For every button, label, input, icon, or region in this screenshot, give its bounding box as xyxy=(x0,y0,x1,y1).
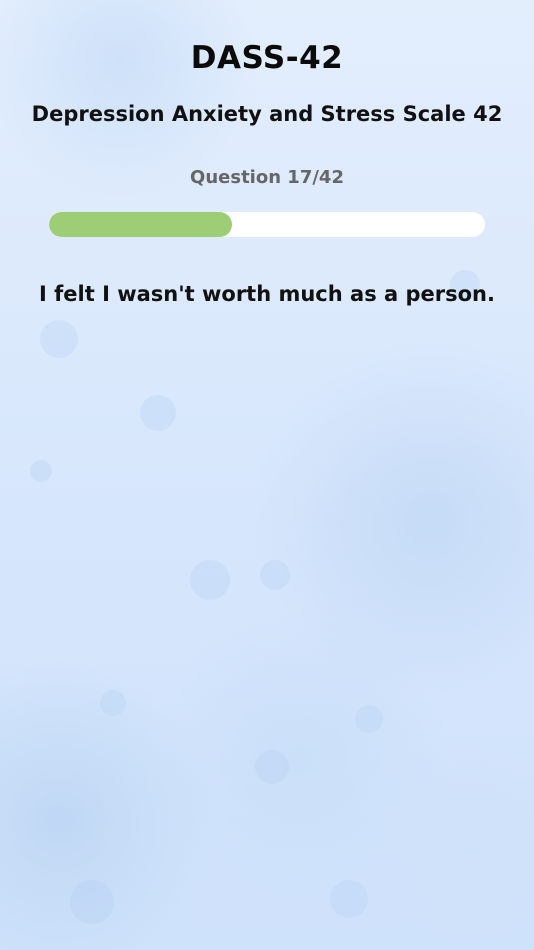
progress-bar xyxy=(49,212,485,237)
question-counter: Question 17/42 xyxy=(190,167,344,188)
app-subtitle: Depression Anxiety and Stress Scale 42 xyxy=(31,102,503,126)
question-text: I felt I wasn't worth much as a person. xyxy=(39,282,495,306)
progress-bar-fill xyxy=(49,212,233,237)
app-title: DASS-42 xyxy=(190,40,344,76)
watercolor-background xyxy=(0,0,534,950)
